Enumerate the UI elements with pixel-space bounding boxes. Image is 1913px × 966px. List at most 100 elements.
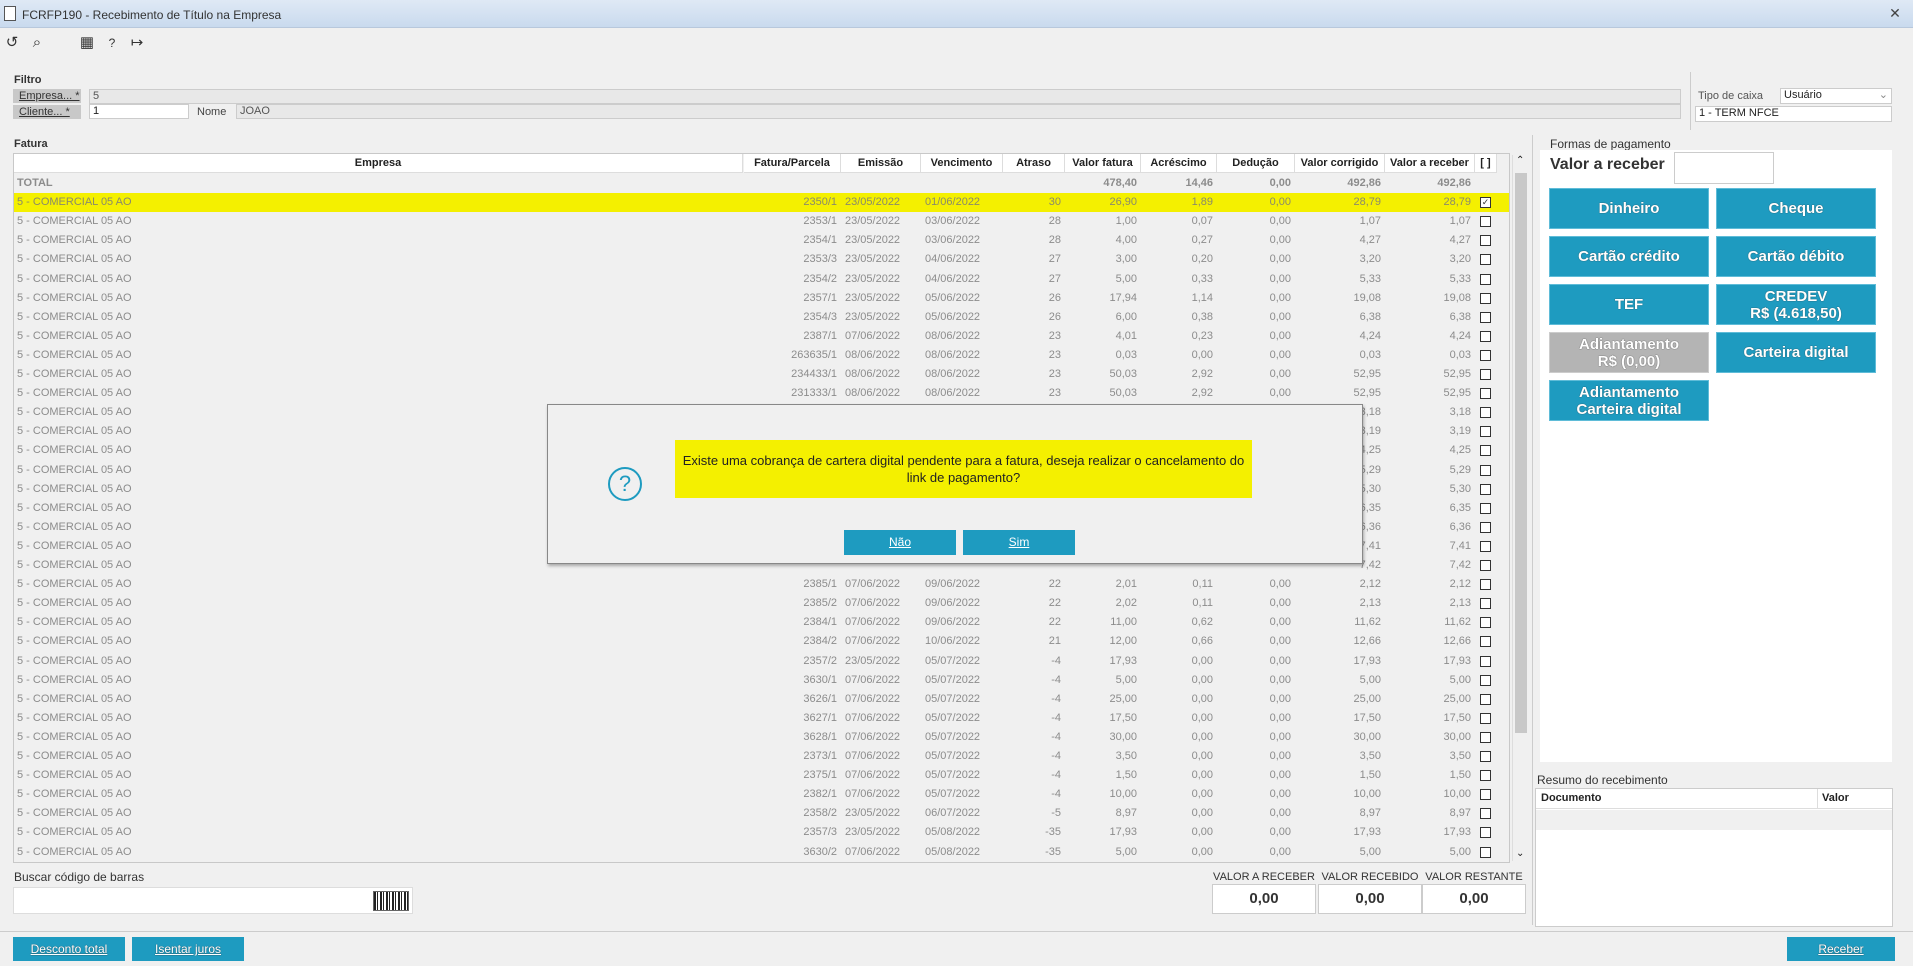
table-row[interactable]: 5 - COMERCIAL 05 AO 3626/1 07/06/2022 05/07… — [14, 690, 1509, 709]
scroll-thumb[interactable] — [1515, 173, 1527, 733]
cliente-label[interactable]: Cliente... * — [13, 105, 81, 119]
sim-button[interactable]: Sim — [963, 530, 1075, 555]
table-row[interactable]: 5 - COMERCIAL 05 AO 2382/1 07/06/2022 05/07… — [14, 785, 1509, 804]
isentar-juros-button[interactable]: Isentar juros — [132, 937, 244, 961]
table-row[interactable]: 5 - COMERCIAL 05 AO 2357/1 23/05/2022 05/06… — [14, 289, 1509, 308]
col-check[interactable]: [ ] — [1475, 154, 1497, 173]
row-checkbox[interactable] — [1480, 693, 1491, 705]
col-valor-a-receber[interactable]: Valor a receber — [1385, 154, 1475, 173]
col-acrescimo[interactable]: Acréscimo — [1141, 154, 1217, 173]
empresa-field[interactable]: 5 — [89, 89, 1681, 104]
carteira-digital-button[interactable]: Carteira digital — [1716, 332, 1876, 373]
table-row[interactable]: 5 - COMERCIAL 05 AO 2375/1 07/06/2022 05/07… — [14, 766, 1509, 785]
barcode-input[interactable] — [13, 887, 413, 914]
credev-button[interactable]: CREDEV R$ (4.618,50) — [1716, 284, 1876, 325]
row-checkbox[interactable] — [1480, 808, 1491, 820]
row-checkbox[interactable] — [1480, 369, 1491, 380]
nao-button[interactable]: Não — [844, 530, 956, 555]
col-fatura-parcela[interactable]: Fatura/Parcela — [744, 154, 841, 173]
col-emissao[interactable]: Emissão — [841, 154, 921, 173]
row-checkbox[interactable] — [1480, 674, 1491, 686]
row-checkbox[interactable] — [1480, 426, 1491, 438]
table-row[interactable]: 5 - COMERCIAL 05 AO 2357/2 23/05/2022 05/07… — [14, 652, 1509, 671]
row-checkbox[interactable] — [1480, 235, 1491, 247]
table-row[interactable]: 5 - COMERCIAL 05 AO 2358/2 23/05/2022 06/07… — [14, 804, 1509, 823]
table-row[interactable]: 5 - COMERCIAL 05 AO 2354/3 23/05/2022 05/06… — [14, 308, 1509, 327]
adiantamento-carteira-button[interactable]: Adiantamento Carteira digital — [1549, 380, 1709, 421]
row-checkbox[interactable] — [1480, 846, 1491, 858]
row-checkbox[interactable] — [1480, 540, 1491, 552]
row-checkbox[interactable] — [1480, 521, 1491, 533]
col-atraso[interactable]: Atraso — [1003, 154, 1065, 173]
tef-button[interactable]: TEF — [1549, 284, 1709, 325]
scroll-down-icon[interactable]: ⌄ — [1516, 848, 1524, 859]
row-checkbox[interactable] — [1480, 330, 1491, 342]
row-checkbox[interactable] — [1480, 292, 1491, 304]
table-row[interactable]: 5 - COMERCIAL 05 AO 3627/1 07/06/2022 05/07… — [14, 709, 1509, 728]
col-valor-fatura[interactable]: Valor fatura — [1065, 154, 1141, 173]
row-checkbox[interactable] — [1480, 216, 1491, 228]
row-checkbox[interactable] — [1480, 731, 1491, 743]
row-checkbox[interactable] — [1480, 445, 1491, 457]
table-row[interactable]: 5 - COMERCIAL 05 AO 2357/3 23/05/2022 05/08… — [14, 823, 1509, 842]
table-row[interactable]: 5 - COMERCIAL 05 AO 2384/2 07/06/2022 10/06… — [14, 632, 1509, 651]
calendar-icon[interactable]: ▦ — [76, 33, 98, 53]
empresa-label[interactable]: Empresa... * — [13, 89, 81, 103]
cheque-button[interactable]: Cheque — [1716, 188, 1876, 229]
receber-button[interactable]: Receber — [1787, 937, 1895, 961]
row-checkbox[interactable] — [1480, 827, 1491, 839]
table-row[interactable]: 5 - COMERCIAL 05 AO 3630/1 07/06/2022 05/07… — [14, 671, 1509, 690]
table-row[interactable]: 5 - COMERCIAL 05 AO 263635/1 08/06/2022 08/… — [14, 346, 1509, 365]
table-row[interactable]: 5 - COMERCIAL 05 AO 2385/2 07/06/2022 09/06… — [14, 594, 1509, 613]
table-row[interactable]: 5 - COMERCIAL 05 AO 2354/1 23/05/2022 03/06… — [14, 231, 1509, 250]
row-checkbox[interactable] — [1480, 483, 1491, 495]
table-row[interactable]: 5 - COMERCIAL 05 AO 2387/1 07/06/2022 08/06… — [14, 327, 1509, 346]
row-checkbox[interactable] — [1480, 464, 1491, 476]
table-row[interactable]: 5 - COMERCIAL 05 AO 234433/1 08/06/2022 08/… — [14, 365, 1509, 384]
row-checkbox[interactable]: ✓ — [1480, 197, 1491, 209]
refresh-icon[interactable]: ↺ — [1, 33, 23, 53]
row-checkbox[interactable] — [1480, 579, 1491, 591]
row-checkbox[interactable] — [1480, 349, 1491, 361]
table-row[interactable]: 5 - COMERCIAL 05 AO 2350/1 23/05/2022 01/06… — [14, 193, 1509, 213]
row-checkbox[interactable] — [1480, 617, 1491, 629]
row-checkbox[interactable] — [1480, 770, 1491, 782]
table-row[interactable]: 5 - COMERCIAL 05 AO 3630/2 07/06/2022 05/08… — [14, 843, 1509, 862]
cliente-field[interactable]: 1 — [89, 104, 189, 119]
row-checkbox[interactable] — [1480, 273, 1491, 285]
row-checkbox[interactable] — [1480, 502, 1491, 514]
tipo-caixa-select[interactable]: Usuário ⌄ — [1780, 88, 1892, 104]
col-deducao[interactable]: Dedução — [1217, 154, 1295, 173]
row-checkbox[interactable] — [1480, 598, 1491, 610]
table-row[interactable]: 5 - COMERCIAL 05 AO 3628/1 07/06/2022 05/07… — [14, 728, 1509, 747]
table-row[interactable]: 5 - COMERCIAL 05 AO 2353/3 23/05/2022 04/06… — [14, 250, 1509, 269]
valor-receber-input[interactable] — [1674, 152, 1774, 184]
cartao-debito-button[interactable]: Cartão débito — [1716, 236, 1876, 277]
col-empresa[interactable]: Empresa — [14, 154, 743, 173]
table-row[interactable]: 5 - COMERCIAL 05 AO 2353/1 23/05/2022 03/06… — [14, 212, 1509, 231]
desconto-total-button[interactable]: Desconto total — [13, 937, 125, 961]
row-checkbox[interactable] — [1480, 751, 1491, 762]
row-checkbox[interactable] — [1480, 311, 1491, 323]
row-checkbox[interactable] — [1480, 388, 1491, 400]
barcode-icon[interactable] — [373, 891, 409, 911]
table-row[interactable]: 5 - COMERCIAL 05 AO 2354/2 23/05/2022 04/06… — [14, 270, 1509, 289]
row-checkbox[interactable] — [1480, 655, 1491, 667]
row-checkbox[interactable] — [1480, 789, 1491, 801]
row-checkbox[interactable] — [1480, 712, 1491, 724]
grid-scrollbar[interactable]: ⌃ ⌄ — [1512, 155, 1528, 861]
cartao-credito-button[interactable]: Cartão crédito — [1549, 236, 1709, 277]
dinheiro-button[interactable]: Dinheiro — [1549, 188, 1709, 229]
close-icon[interactable]: ✕ — [1884, 5, 1906, 22]
row-checkbox[interactable] — [1480, 254, 1491, 266]
search-icon[interactable]: ⌕ — [26, 33, 48, 53]
exit-icon[interactable]: ↦ — [126, 33, 148, 53]
table-row[interactable]: 5 - COMERCIAL 05 AO 2384/1 07/06/2022 09/06… — [14, 613, 1509, 632]
col-valor-corrigido[interactable]: Valor corrigido — [1295, 154, 1385, 173]
row-checkbox[interactable] — [1480, 407, 1491, 419]
row-checkbox[interactable] — [1480, 636, 1491, 648]
col-vencimento[interactable]: Vencimento — [921, 154, 1003, 173]
scroll-up-icon[interactable]: ⌃ — [1516, 155, 1524, 166]
row-checkbox[interactable] — [1480, 560, 1491, 571]
table-row[interactable]: 5 - COMERCIAL 05 AO 2373/1 07/06/2022 05/07… — [14, 747, 1509, 766]
